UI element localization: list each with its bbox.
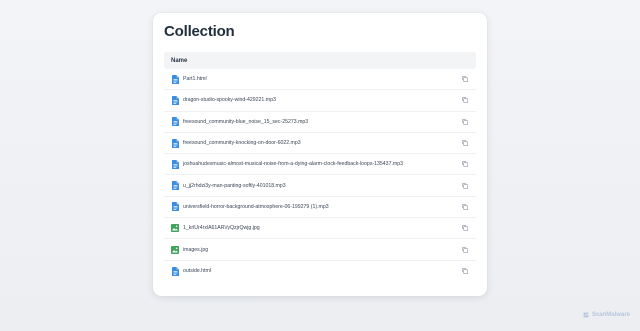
file-row[interactable]: images.jpg: [164, 239, 476, 261]
file-row[interactable]: universfield-horror-background-atmospher…: [164, 197, 476, 219]
scanmalware-logo-icon: [583, 312, 589, 318]
document-icon: [171, 117, 179, 127]
file-name[interactable]: Part1.html: [183, 76, 462, 82]
watermark-text: ScanMalware: [591, 312, 630, 318]
file-name[interactable]: images.jpg: [183, 247, 462, 253]
file-table: Name Part1.html dragon-studio-spooky-wind…: [164, 52, 476, 282]
document-icon: [171, 159, 179, 169]
copy-icon[interactable]: [462, 268, 468, 275]
document-icon: [171, 181, 179, 191]
document-icon: [171, 202, 179, 212]
image-icon: [171, 224, 179, 233]
file-row[interactable]: freesound_community-knocking-on-door-602…: [164, 133, 476, 155]
file-row[interactable]: Part1.html: [164, 69, 476, 91]
copy-icon[interactable]: [462, 140, 468, 146]
copy-icon[interactable]: [462, 204, 468, 210]
copy-icon[interactable]: [462, 225, 468, 232]
file-name[interactable]: universfield-horror-background-atmospher…: [183, 204, 462, 210]
file-name[interactable]: u_jj2rhdzi3y-man-panting-softly-401018.m…: [183, 183, 462, 189]
watermark: ScanMalware: [582, 311, 630, 319]
file-row[interactable]: freesound_community-blue_noise_15_sec-25…: [164, 112, 476, 133]
copy-icon[interactable]: [462, 97, 468, 104]
file-row[interactable]: dragon-studio-spooky-wind-429221.mp3: [164, 90, 476, 112]
file-row[interactable]: u_jj2rhdzi3y-man-panting-softly-401018.m…: [164, 175, 476, 197]
document-icon: [171, 95, 179, 105]
copy-icon[interactable]: [462, 76, 468, 83]
table-header: Name: [164, 52, 476, 69]
document-icon: [171, 74, 179, 84]
copy-icon[interactable]: [462, 118, 468, 125]
file-name[interactable]: joshuahudesmusic-almost-musical-noise-fr…: [183, 161, 462, 167]
image-icon: [171, 245, 179, 254]
document-icon: [171, 266, 179, 276]
file-list: Part1.html dragon-studio-spooky-wind-4292…: [164, 69, 476, 282]
file-row[interactable]: joshuahudesmusic-almost-musical-noise-fr…: [164, 154, 476, 176]
page-title: Collection: [164, 23, 235, 40]
copy-icon[interactable]: [462, 246, 468, 253]
copy-icon[interactable]: [462, 182, 468, 189]
file-row[interactable]: 1_krlUr4rxlA61AR\/yQzjrQwjg.jpg: [164, 218, 476, 240]
file-name[interactable]: freesound_community-knocking-on-door-602…: [183, 140, 462, 146]
file-name[interactable]: dragon-studio-spooky-wind-429221.mp3: [183, 97, 462, 103]
column-header-name: Name: [171, 57, 188, 64]
document-icon: [171, 138, 179, 148]
file-row[interactable]: outside.html: [164, 261, 476, 282]
file-name[interactable]: freesound_community-blue_noise_15_sec-25…: [183, 119, 462, 125]
collection-card: Collection Name Part1.html dragon-studio-…: [153, 13, 487, 296]
file-name[interactable]: 1_krlUr4rxlA61AR\/yQzjrQwjg.jpg: [183, 225, 462, 231]
copy-icon[interactable]: [462, 161, 468, 168]
file-name[interactable]: outside.html: [183, 268, 462, 274]
